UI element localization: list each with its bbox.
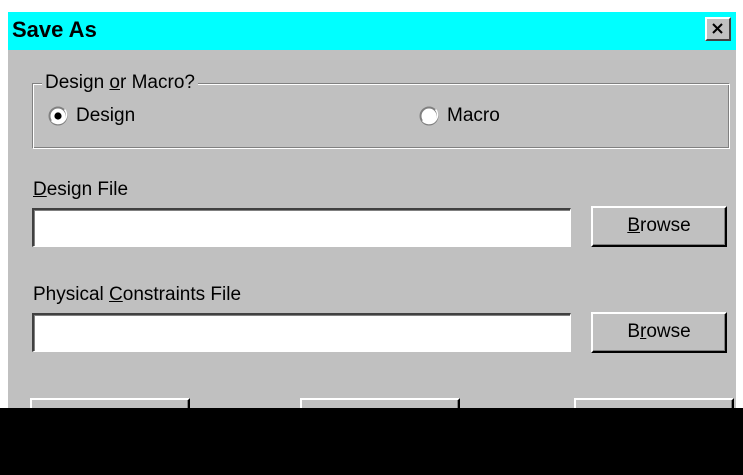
- close-icon: [712, 23, 723, 34]
- design-or-macro-legend: Design or Macro?: [42, 72, 198, 94]
- radio-macro[interactable]: Macro: [419, 105, 500, 127]
- radio-macro-label: Macro: [447, 105, 500, 126]
- design-file-label: Design File: [33, 179, 129, 200]
- radio-unselected-icon: [419, 106, 439, 126]
- constraints-file-label: Physical Constraints File: [33, 284, 242, 305]
- title-bar: Save As: [8, 12, 736, 50]
- radio-selected-icon: [48, 106, 68, 126]
- dialog-body: Design or Macro? Design Macro Design Fil…: [8, 50, 736, 410]
- occluding-bar: [0, 408, 743, 475]
- constraints-browse-button[interactable]: Browse: [591, 312, 727, 353]
- close-button[interactable]: [705, 17, 731, 41]
- radio-design-label: Design: [76, 105, 136, 126]
- constraints-file-input[interactable]: [32, 313, 571, 352]
- window-title: Save As: [12, 17, 97, 42]
- radio-design[interactable]: Design: [48, 105, 135, 127]
- save-as-dialog: Save As Design or Macro? Design Macro De…: [0, 0, 743, 475]
- design-browse-button[interactable]: Browse: [591, 206, 727, 247]
- design-file-input[interactable]: [32, 208, 571, 247]
